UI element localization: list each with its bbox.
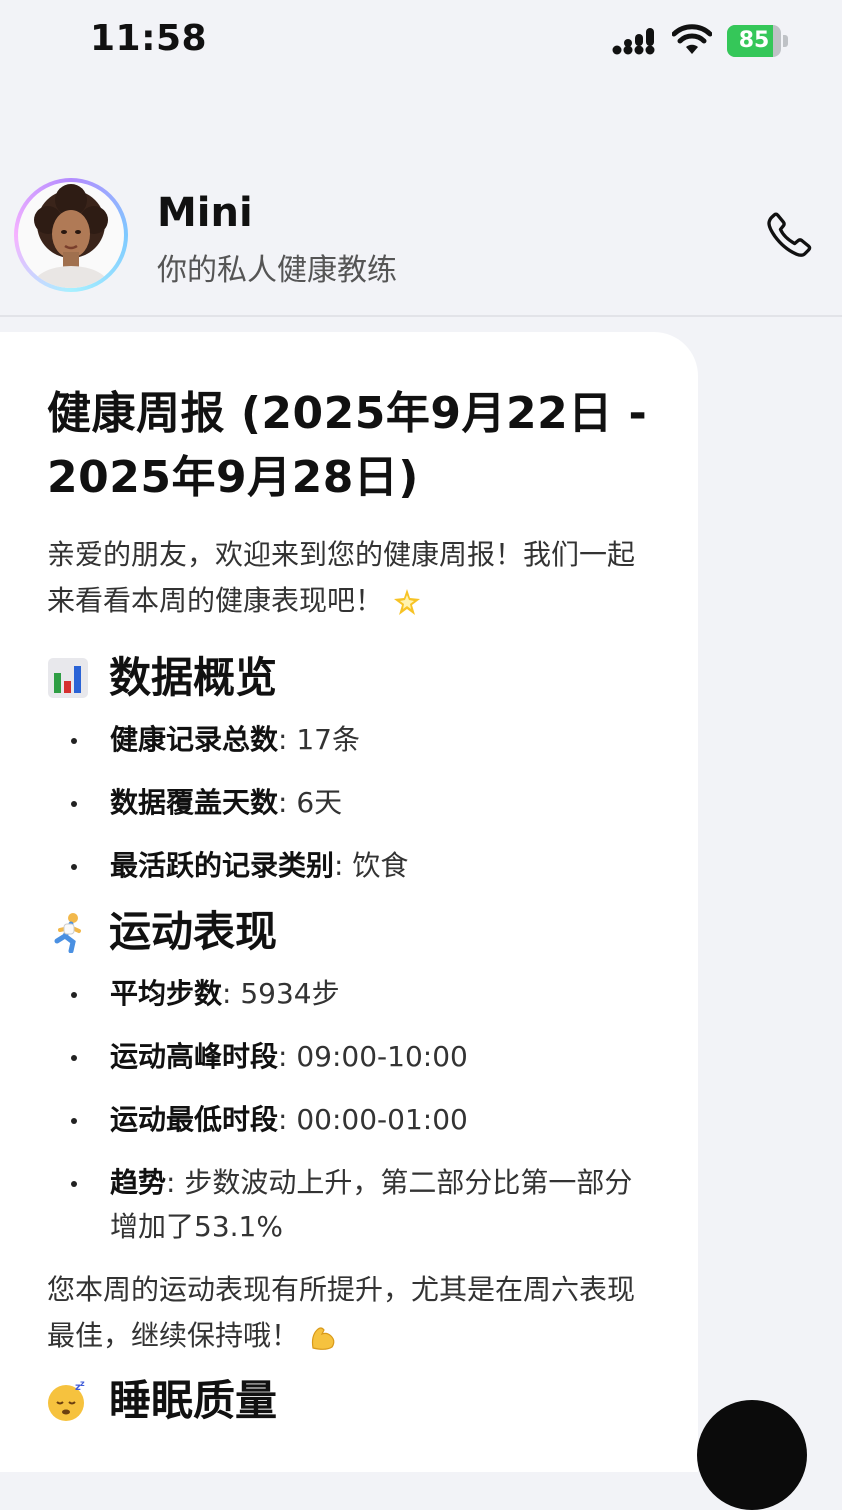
status-bar: 11:58 85 [0, 0, 842, 84]
section-heading-exercise: 运动表现 [47, 902, 657, 962]
list-item: 趋势: 步数波动上升，第二部分比第一部分增加了53.1% [47, 1161, 657, 1249]
battery-icon: 85 [727, 25, 789, 57]
section-heading-overview: 数据概览 [47, 648, 657, 708]
item-label: 运动高峰时段 [110, 1040, 279, 1073]
item-label: 数据覆盖天数 [110, 786, 279, 819]
section-heading-text: 数据概览 [109, 653, 278, 702]
item-value: : 步数波动上升，第二部分比第一部分增加了53.1% [110, 1166, 633, 1243]
item-label: 运动最低时段 [110, 1103, 279, 1136]
item-value: : 00:00-01:00 [278, 1103, 468, 1136]
report-title: 健康周报 (2025年9月22日 - 2025年9月28日) [47, 388, 648, 503]
exercise-summary: 您本周的运动表现有所提升，尤其是在周六表现最佳，继续保持哦！ [47, 1267, 657, 1359]
battery-level: 85 [738, 28, 770, 53]
item-label: 健康记录总数 [110, 723, 279, 756]
contact-subtitle: 你的私人健康教练 [157, 253, 397, 288]
flexed-biceps-emoji-icon [311, 1327, 335, 1350]
chat-header: Mini 你的私人健康教练 [0, 170, 842, 317]
runner-emoji-icon [54, 913, 81, 953]
status-time: 11:58 [90, 18, 208, 59]
item-value: : 17条 [278, 723, 360, 756]
item-label: 最活跃的记录类别 [110, 849, 335, 882]
list-item: 健康记录总数: 17条 [47, 718, 657, 762]
section-heading-text: 睡眠质量 [109, 1376, 278, 1425]
signal-icon [612, 28, 655, 55]
overview-list: 健康记录总数: 17条 数据覆盖天数: 6天 最活跃的记录类别: 饮食 [47, 718, 657, 888]
item-label: 平均步数 [110, 977, 223, 1010]
avatar [18, 182, 124, 288]
item-value: : 6天 [278, 786, 343, 819]
item-value: : 09:00-10:00 [278, 1040, 468, 1073]
floating-action-button[interactable] [697, 1400, 807, 1510]
contact-name: Mini [157, 190, 253, 236]
item-value: : 5934步 [222, 977, 340, 1010]
phone-icon[interactable] [764, 210, 814, 260]
avatar-ring[interactable] [14, 178, 128, 292]
section-heading-text: 运动表现 [109, 907, 278, 956]
intro-text: 亲爱的朋友，欢迎来到您的健康周报！我们一起来看看本周的健康表现吧！ [47, 538, 636, 617]
message-bubble: 健康周报 (2025年9月22日 - 2025年9月28日) 亲爱的朋友，欢迎来… [0, 332, 698, 1472]
bar-chart-emoji-icon [48, 658, 88, 698]
item-value: : 饮食 [334, 849, 409, 882]
list-item: 运动最低时段: 00:00-01:00 [47, 1098, 657, 1142]
item-label: 趋势 [110, 1166, 167, 1199]
message-content: 健康周报 (2025年9月22日 - 2025年9月28日) 亲爱的朋友，欢迎来… [47, 382, 657, 1431]
exercise-list: 平均步数: 5934步 运动高峰时段: 09:00-10:00 运动最低时段: … [47, 972, 657, 1249]
sparkle-emoji-icon [393, 589, 420, 615]
list-item: 运动高峰时段: 09:00-10:00 [47, 1035, 657, 1079]
wifi-icon [672, 24, 712, 54]
svg-text:z: z [80, 1380, 85, 1388]
list-item: 平均步数: 5934步 [47, 972, 657, 1016]
list-item: 最活跃的记录类别: 饮食 [47, 844, 657, 888]
list-item: 数据覆盖天数: 6天 [47, 781, 657, 825]
sleeping-face-emoji-icon: z z [48, 1380, 85, 1421]
report-intro: 亲爱的朋友，欢迎来到您的健康周报！我们一起来看看本周的健康表现吧！ [47, 532, 657, 624]
section-heading-sleep: z z 睡眠质量 [47, 1371, 657, 1431]
summary-text: 您本周的运动表现有所提升，尤其是在周六表现最佳，继续保持哦！ [47, 1273, 636, 1352]
